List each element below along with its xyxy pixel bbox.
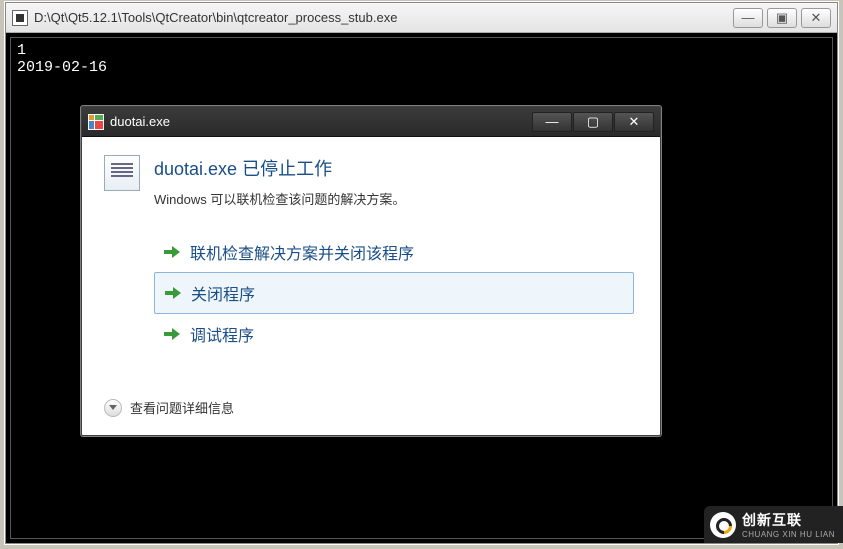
- dialog-close-button[interactable]: ✕: [614, 112, 654, 132]
- dialog-app-icon: [88, 114, 104, 130]
- minimize-button[interactable]: —: [733, 8, 763, 28]
- console-line: 1: [17, 42, 826, 59]
- program-icon: [104, 155, 140, 191]
- console-window: D:\Qt\Qt5.12.1\Tools\QtCreator\bin\qtcre…: [5, 2, 838, 544]
- watermark: 创新互联 CHUANG XIN HU LIAN: [704, 506, 843, 543]
- dialog-subheading: Windows 可以联机检查该问题的解决方案。: [154, 189, 405, 208]
- console-titlebar[interactable]: D:\Qt\Qt5.12.1\Tools\QtCreator\bin\qtcre…: [6, 3, 837, 33]
- console-line: 2019-02-16: [17, 59, 826, 76]
- arrow-icon: [164, 326, 180, 342]
- dialog-titlebar[interactable]: duotai.exe — ▢ ✕: [82, 107, 660, 137]
- close-button[interactable]: ✕: [801, 8, 831, 28]
- console-app-icon: [12, 10, 28, 26]
- dialog-details-toggle[interactable]: 查看问题详细信息: [104, 390, 634, 417]
- option-close-program[interactable]: 关闭程序: [154, 272, 634, 314]
- dialog-body: duotai.exe 已停止工作 Windows 可以联机检查该问题的解决方案。…: [82, 137, 660, 435]
- console-title: D:\Qt\Qt5.12.1\Tools\QtCreator\bin\qtcre…: [34, 10, 733, 25]
- option-label: 联机检查解决方案并关闭该程序: [190, 240, 414, 264]
- arrow-icon: [164, 244, 180, 260]
- watermark-text-en: CHUANG XIN HU LIAN: [742, 530, 835, 539]
- dialog-maximize-button[interactable]: ▢: [573, 112, 613, 132]
- error-dialog: duotai.exe — ▢ ✕ duotai.exe 已停止工作 Window…: [81, 106, 661, 436]
- dialog-options: 联机检查解决方案并关闭该程序 关闭程序 调试程序: [154, 232, 634, 354]
- option-debug-program[interactable]: 调试程序: [154, 314, 634, 354]
- option-check-online[interactable]: 联机检查解决方案并关闭该程序: [154, 232, 634, 272]
- dialog-minimize-button[interactable]: —: [532, 112, 572, 132]
- option-label: 调试程序: [190, 322, 254, 346]
- option-label: 关闭程序: [191, 281, 255, 305]
- details-label: 查看问题详细信息: [130, 398, 234, 417]
- maximize-button[interactable]: ▣: [767, 8, 797, 28]
- watermark-text-cn: 创新互联: [742, 510, 835, 530]
- watermark-logo-icon: [710, 512, 736, 538]
- dialog-heading: duotai.exe 已停止工作: [154, 155, 405, 181]
- chevron-down-icon: [104, 399, 122, 417]
- arrow-icon: [165, 285, 181, 301]
- dialog-title: duotai.exe: [110, 114, 531, 129]
